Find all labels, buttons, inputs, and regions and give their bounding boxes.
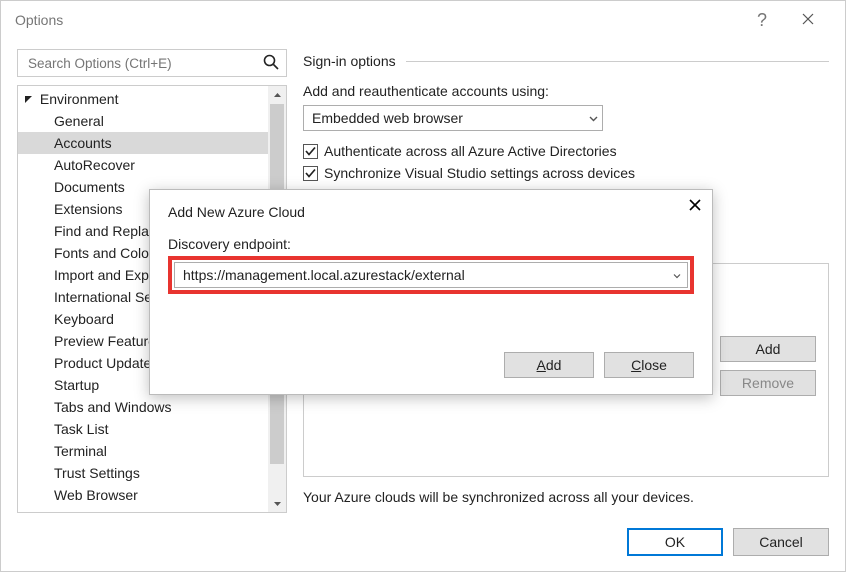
dialog-title: Add New Azure Cloud (168, 204, 694, 220)
scroll-up-icon[interactable] (268, 86, 286, 104)
tree-item[interactable]: AutoRecover (18, 154, 286, 176)
discovery-endpoint-combo[interactable]: https://management.local.azurestack/exte… (174, 262, 688, 288)
cancel-button[interactable]: Cancel (733, 528, 829, 556)
divider (406, 61, 829, 62)
close-icon (802, 12, 814, 28)
window-title: Options (15, 12, 739, 28)
chevron-down-icon (673, 267, 681, 283)
highlighted-field: https://management.local.azurestack/exte… (168, 256, 694, 294)
discovery-endpoint-value: https://management.local.azurestack/exte… (183, 267, 465, 283)
add-cloud-button[interactable]: Add (720, 336, 816, 362)
help-button[interactable]: ? (739, 1, 785, 39)
search-input[interactable] (26, 55, 256, 72)
checkbox-label: Authenticate across all Azure Active Dir… (324, 143, 617, 159)
sync-message: Your Azure clouds will be synchronized a… (303, 489, 694, 505)
tree-root-label: Environment (40, 91, 119, 107)
tree-item[interactable]: Trust Settings (18, 462, 286, 484)
tree-item[interactable]: Web Browser (18, 484, 286, 506)
remove-cloud-button[interactable]: Remove (720, 370, 816, 396)
tree-item[interactable]: General (18, 110, 286, 132)
checkbox-icon (303, 144, 318, 159)
dialog-close-text-button[interactable]: Close (604, 352, 694, 378)
discovery-endpoint-label: Discovery endpoint: (168, 236, 694, 252)
reauth-value: Embedded web browser (312, 110, 463, 126)
dialog-footer: OK Cancel (1, 513, 845, 571)
tree-item[interactable]: Terminal (18, 440, 286, 462)
tree-item[interactable]: Tabs and Windows (18, 396, 286, 418)
dialog-close-button[interactable] (688, 198, 702, 215)
section-header: Sign-in options (303, 53, 829, 69)
tree-item[interactable]: Accounts (18, 132, 286, 154)
add-azure-cloud-dialog: Add New Azure Cloud Discovery endpoint: … (149, 189, 713, 395)
window-close-button[interactable] (785, 1, 831, 39)
ok-button[interactable]: OK (627, 528, 723, 556)
tree-root-environment[interactable]: Environment (18, 88, 286, 110)
checkbox-icon (303, 166, 318, 181)
dialog-add-button[interactable]: Add (504, 352, 594, 378)
chevron-down-icon (589, 110, 598, 126)
checkbox-label: Synchronize Visual Studio settings acros… (324, 165, 635, 181)
reauth-select[interactable]: Embedded web browser (303, 105, 603, 131)
collapse-icon (24, 88, 36, 110)
section-title: Sign-in options (303, 53, 396, 69)
checkbox-auth-directories[interactable]: Authenticate across all Azure Active Dir… (303, 143, 829, 159)
tree-item[interactable]: Task List (18, 418, 286, 440)
search-icon (262, 53, 280, 74)
reauth-label: Add and reauthenticate accounts using: (303, 83, 829, 99)
help-icon: ? (757, 10, 767, 31)
search-box[interactable] (17, 49, 287, 77)
scroll-down-icon[interactable] (268, 494, 286, 512)
options-window: Options ? Environment (0, 0, 846, 572)
checkbox-sync-settings[interactable]: Synchronize Visual Studio settings acros… (303, 165, 829, 181)
titlebar: Options ? (1, 1, 845, 39)
